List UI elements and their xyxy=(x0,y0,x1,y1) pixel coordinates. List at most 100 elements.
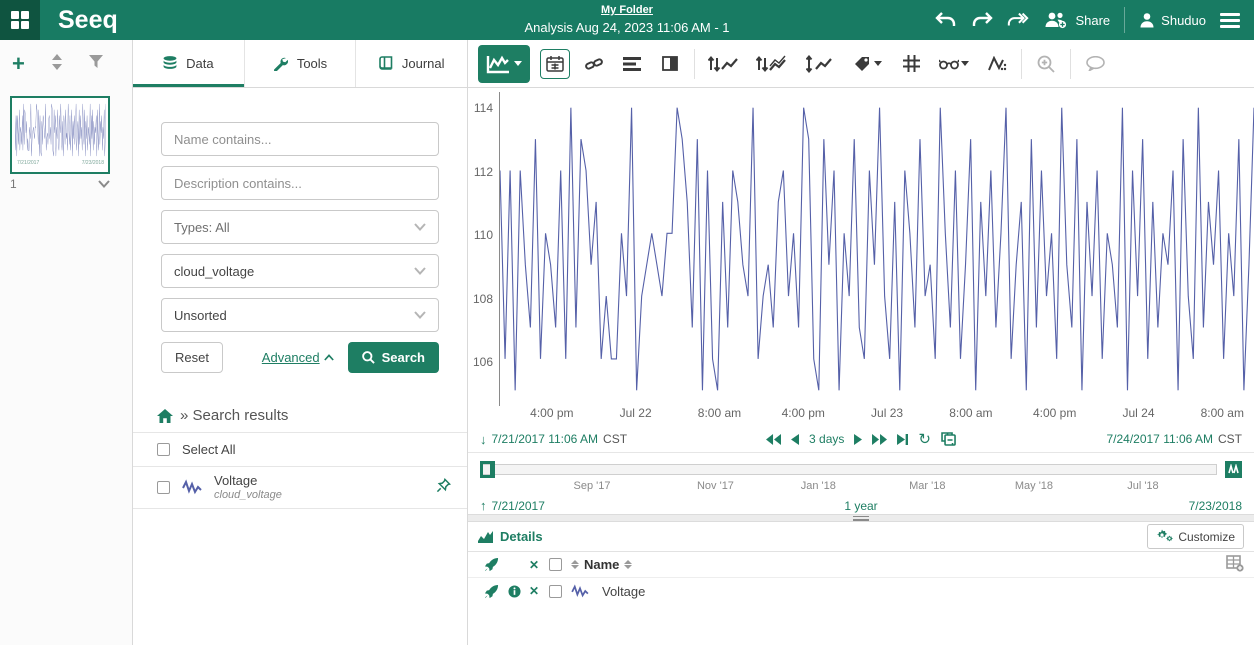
timebar-duration[interactable]: 1 year xyxy=(844,499,877,513)
panel-resize-handle[interactable] xyxy=(468,514,1254,522)
to-end-icon xyxy=(897,434,908,445)
result-item-voltage[interactable]: Voltage cloud_voltage xyxy=(133,467,467,509)
toolbar-separator xyxy=(1021,49,1022,79)
compare-mode-button[interactable] xyxy=(656,49,684,79)
refresh-button[interactable]: ↻ xyxy=(918,432,931,447)
timebar-selected-window[interactable] xyxy=(480,461,495,478)
trend-toolbar xyxy=(468,40,1254,88)
timebar-end[interactable]: 7/23/2018 xyxy=(1189,499,1242,513)
apps-menu-button[interactable] xyxy=(0,0,40,40)
details-title: Details xyxy=(500,529,543,544)
name-contains-input[interactable] xyxy=(161,122,439,156)
capsule-view-button[interactable] xyxy=(935,49,973,79)
types-select[interactable]: Types: All xyxy=(161,210,439,244)
annotate-button[interactable] xyxy=(983,49,1011,79)
signal-icon xyxy=(182,479,202,495)
details-name-header[interactable]: Name xyxy=(584,557,619,572)
redo-button[interactable] xyxy=(971,11,993,29)
auto-scale-button[interactable] xyxy=(801,49,839,79)
step-to-end-button[interactable] xyxy=(897,434,908,445)
step-forward-button[interactable] xyxy=(854,434,862,445)
copy-range-button[interactable] xyxy=(941,432,956,446)
trend-chart[interactable]: 114112110108106 xyxy=(468,88,1254,406)
x-tick-label: 4:00 pm xyxy=(782,406,825,420)
result-description: cloud_voltage xyxy=(214,489,282,501)
add-column-button[interactable] xyxy=(1226,555,1244,575)
hamburger-menu-button[interactable] xyxy=(1220,13,1240,28)
copy-range-icon xyxy=(941,432,956,446)
details-select-all-checkbox[interactable] xyxy=(549,558,562,571)
pin-icon[interactable] xyxy=(436,478,451,496)
one-axis-button[interactable] xyxy=(753,49,791,79)
apps-grid-icon xyxy=(11,11,29,29)
share-button[interactable]: Share xyxy=(1043,11,1110,29)
thumb-end-label: 7/23/2018 xyxy=(82,160,104,166)
signal-icon xyxy=(571,584,589,598)
home-icon[interactable] xyxy=(157,409,173,423)
sort-desc-icon[interactable] xyxy=(624,560,632,569)
worksheet-thumbnail[interactable]: 7/21/2017 7/23/2018 xyxy=(10,96,110,174)
redo-all-button[interactable] xyxy=(1007,11,1029,29)
timebar-track[interactable] xyxy=(480,464,1217,475)
reorder-worksheets-button[interactable] xyxy=(51,54,63,75)
customize-button[interactable]: Customize xyxy=(1147,524,1244,549)
rocket-icon xyxy=(484,557,499,572)
zoom-button[interactable] xyxy=(1032,49,1060,79)
x-tick-label: 8:00 am xyxy=(949,406,992,420)
labels-button[interactable] xyxy=(849,49,887,79)
journal-book-icon xyxy=(379,56,393,71)
reset-button[interactable]: Reset xyxy=(161,342,223,373)
toolbar-separator xyxy=(1070,49,1071,79)
details-panel: Details Customize ✕ Name xyxy=(468,522,1254,645)
step-forward-fast-button[interactable] xyxy=(872,434,887,445)
y-tick-label: 114 xyxy=(474,101,493,115)
timebar-zoom-button[interactable] xyxy=(1225,461,1242,478)
timebar-start[interactable]: 7/21/2017 xyxy=(492,499,545,513)
advanced-link[interactable]: Advanced xyxy=(262,350,334,365)
tag-icon xyxy=(854,56,872,72)
tab-tools-label: Tools xyxy=(297,56,327,71)
step-back-fast-button[interactable] xyxy=(766,434,781,445)
tab-journal[interactable]: Journal xyxy=(356,40,467,87)
item-checkbox[interactable] xyxy=(549,585,562,598)
sort-select[interactable]: Unsorted xyxy=(161,298,439,332)
sort-asc-icon[interactable] xyxy=(571,560,579,569)
remove-all-button[interactable]: ✕ xyxy=(524,558,544,572)
tab-tools[interactable]: Tools xyxy=(245,40,357,87)
select-all-checkbox[interactable] xyxy=(157,443,170,456)
undo-button[interactable] xyxy=(935,11,957,29)
plot-area[interactable] xyxy=(499,92,1254,406)
view-mode-button[interactable] xyxy=(478,45,530,83)
item-info-button[interactable] xyxy=(504,585,524,598)
x-tick-label: Jul 24 xyxy=(1122,406,1154,420)
send-item-button[interactable] xyxy=(478,584,504,599)
send-all-button[interactable] xyxy=(478,557,504,572)
step-back-button[interactable] xyxy=(791,434,799,445)
datasource-select[interactable]: cloud_voltage xyxy=(161,254,439,288)
description-contains-input[interactable] xyxy=(161,166,439,200)
search-button[interactable]: Search xyxy=(348,342,439,373)
range-end[interactable]: 7/24/2017 11:06 AM xyxy=(1106,432,1213,446)
redo-all-icon xyxy=(1007,11,1029,29)
details-row-voltage[interactable]: ✕ Voltage xyxy=(468,578,1254,604)
range-start[interactable]: 7/21/2017 11:06 AM xyxy=(492,432,599,446)
labels-list-button[interactable] xyxy=(618,49,646,79)
result-checkbox[interactable] xyxy=(157,481,170,494)
redo-icon xyxy=(971,11,993,29)
link-button[interactable] xyxy=(580,49,608,79)
range-duration[interactable]: 3 days xyxy=(809,432,844,446)
breadcrumb-my-folder[interactable]: My Folder xyxy=(601,4,653,16)
remove-item-button[interactable]: ✕ xyxy=(524,584,544,598)
add-worksheet-button[interactable]: + xyxy=(12,53,25,75)
comment-button[interactable] xyxy=(1081,49,1109,79)
user-menu[interactable]: Shuduo xyxy=(1139,12,1206,28)
worksheet-chevron-down-icon[interactable] xyxy=(98,180,110,188)
customize-axes-button[interactable] xyxy=(705,49,743,79)
filter-worksheets-button[interactable] xyxy=(89,55,103,74)
undo-icon xyxy=(935,11,957,29)
tab-data[interactable]: Data xyxy=(133,40,245,87)
gridlines-button[interactable] xyxy=(897,49,925,79)
date-range-button[interactable] xyxy=(540,49,570,79)
add-column-icon xyxy=(1226,555,1244,572)
result-name: Voltage xyxy=(214,474,282,489)
